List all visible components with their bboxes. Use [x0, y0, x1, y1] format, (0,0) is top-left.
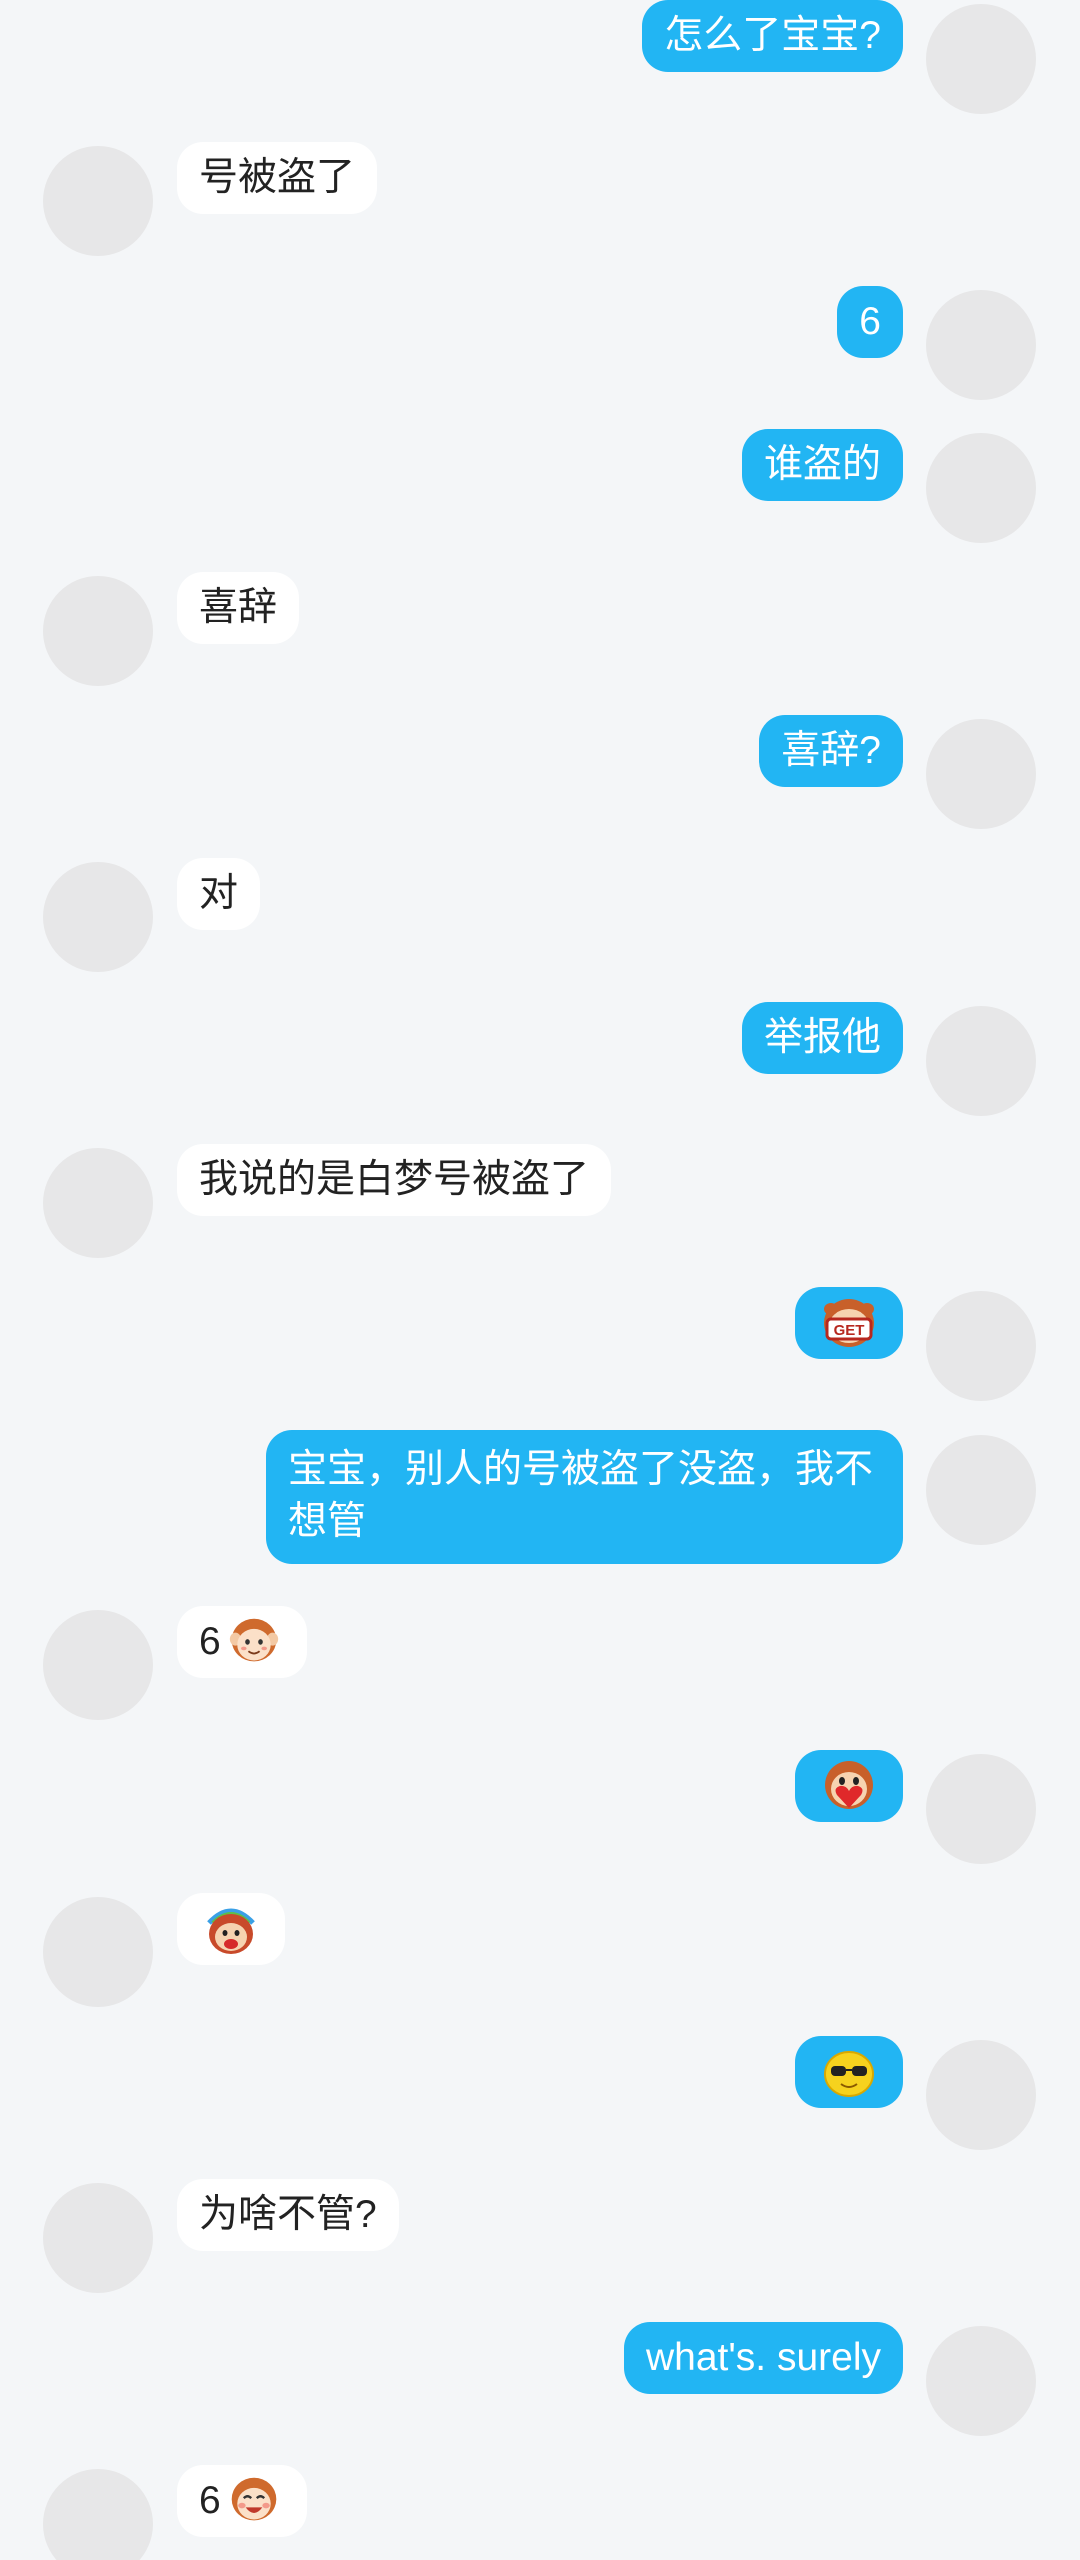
avatar[interactable]: [926, 719, 1036, 829]
avatar[interactable]: [43, 2469, 153, 2560]
message-bubble-incoming[interactable]: 号被盗了: [177, 142, 378, 214]
avatar[interactable]: [43, 1610, 153, 1720]
message-bubble-incoming[interactable]: 6: [177, 2465, 307, 2537]
message-bubble-incoming[interactable]: 我说的是白梦号被盗了: [177, 1144, 612, 1216]
message-bubble-outgoing[interactable]: [795, 1750, 903, 1822]
message-bubble-outgoing[interactable]: what's. surely: [623, 2322, 903, 2394]
avatar[interactable]: [926, 1435, 1036, 1545]
message-bubble-outgoing[interactable]: 喜辞?: [759, 715, 903, 787]
message-text: 为啥不管?: [199, 2193, 377, 2236]
message-bubble-outgoing[interactable]: 怎么了宝宝?: [642, 0, 903, 72]
avatar[interactable]: [926, 433, 1036, 543]
avatar[interactable]: [926, 4, 1036, 114]
monkey-heart-emoji: [825, 1761, 873, 1809]
avatar[interactable]: [43, 1148, 153, 1258]
avatar[interactable]: [926, 2326, 1036, 2436]
message-text: 6: [199, 2479, 221, 2522]
yellow-sunglasses-emoji: [824, 2051, 874, 2097]
message-text: 6: [199, 1620, 221, 1663]
avatar[interactable]: [926, 1291, 1036, 1401]
message-text: 谁盗的: [763, 443, 881, 486]
message-text: 宝宝，别人的号被盗了没盗，我不想管: [288, 1448, 874, 1543]
sticker-text: GET: [834, 1322, 865, 1339]
avatar[interactable]: [43, 146, 153, 256]
monkey-laugh-emoji: [231, 2477, 276, 2521]
message-bubble-incoming[interactable]: 对: [177, 858, 261, 930]
avatar[interactable]: [43, 2183, 153, 2293]
message-bubble-outgoing[interactable]: GET: [795, 1287, 903, 1359]
avatar[interactable]: [926, 1006, 1036, 1116]
avatar[interactable]: [43, 862, 153, 972]
avatar[interactable]: [926, 290, 1036, 400]
message-text: 对: [199, 872, 239, 915]
message-bubble-incoming[interactable]: 喜辞: [177, 572, 300, 644]
message-text: 喜辞: [199, 586, 278, 629]
message-text: 6: [859, 300, 881, 343]
avatar[interactable]: [926, 1754, 1036, 1864]
message-text: 号被盗了: [199, 156, 356, 199]
message-bubble-outgoing[interactable]: 宝宝，别人的号被盗了没盗，我不想管: [266, 1430, 903, 1564]
avatar[interactable]: [43, 576, 153, 686]
message-bubble-outgoing[interactable]: 举报他: [741, 1002, 903, 1074]
monkey-smile-emoji: [229, 1618, 278, 1662]
message-text: what's. surely: [645, 2336, 881, 2379]
message-text: 怎么了宝宝?: [664, 14, 881, 57]
avatar[interactable]: [43, 1897, 153, 2007]
message-text: 喜辞?: [781, 729, 881, 772]
message-text: 举报他: [763, 1016, 881, 1059]
message-bubble-incoming[interactable]: 为啥不管?: [177, 2179, 399, 2251]
chat-message-list[interactable]: 怎么了宝宝? 号被盗了 6 谁盗的 喜辞 喜辞? 对 举报他 我说的是白梦号被盗…: [0, 0, 1080, 2560]
message-bubble-incoming[interactable]: 6: [177, 1606, 307, 1678]
message-bubble-outgoing[interactable]: [795, 2036, 903, 2108]
avatar[interactable]: [926, 2040, 1036, 2150]
monkey-rainbow-emoji: [207, 1908, 255, 1954]
message-text: 我说的是白梦号被盗了: [199, 1158, 590, 1201]
message-bubble-incoming[interactable]: [177, 1893, 285, 1965]
monkey-get-emoji: GET: [824, 1299, 874, 1347]
message-bubble-outgoing[interactable]: 谁盗的: [741, 429, 903, 501]
message-bubble-outgoing[interactable]: 6: [837, 286, 903, 358]
